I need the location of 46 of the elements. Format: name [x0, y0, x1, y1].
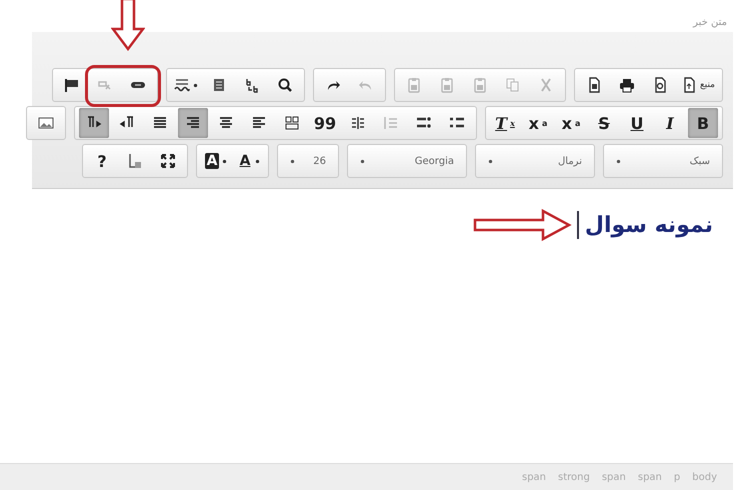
print-icon [618, 77, 635, 93]
justify-icon [152, 115, 168, 131]
spellcheck-icon [174, 77, 190, 93]
source-button[interactable]: منبع [678, 70, 718, 100]
style-dropdown[interactable]: سبک [608, 146, 718, 176]
align-right-icon [185, 115, 201, 131]
outdent-icon [383, 115, 399, 131]
search-icon [276, 77, 293, 93]
div-block-icon [284, 115, 300, 131]
clipboard-icon [472, 77, 488, 93]
right-to-left-button[interactable] [79, 108, 109, 138]
format-dropdown[interactable]: نرمال [480, 146, 590, 176]
indent-icon [350, 115, 366, 131]
background-color-button[interactable]: A [201, 146, 231, 176]
caret-icon [222, 158, 228, 164]
caret-icon [360, 158, 365, 164]
format-button[interactable]: x$^{a}$ [523, 108, 553, 138]
align-left-icon [251, 115, 267, 131]
align-right-button[interactable] [178, 108, 208, 138]
font-dropdown[interactable]: Georgia [352, 146, 462, 176]
align-center-icon [218, 115, 234, 131]
format-button[interactable]: 99 [310, 108, 340, 138]
format-button[interactable]: I [655, 108, 685, 138]
text-color-button[interactable]: A [234, 146, 264, 176]
size-dropdown[interactable]: 26 [282, 146, 334, 176]
format-button[interactable]: U [622, 108, 652, 138]
format-button[interactable]: B [688, 108, 718, 138]
flag-icon [64, 77, 80, 93]
content-text: نمونه سوال [584, 212, 713, 238]
format-button[interactable]: S [589, 108, 619, 138]
maximize-icon [160, 153, 176, 169]
caret-icon [192, 82, 198, 88]
caret-icon [290, 158, 295, 164]
field-label: متن خبر [693, 17, 727, 28]
image-icon [38, 115, 54, 131]
copy-icon [504, 77, 521, 93]
clipboard-icon [438, 77, 455, 93]
text-cursor [576, 211, 580, 239]
annotation-arrow [110, 0, 145, 51]
format-button[interactable]: ? [87, 146, 117, 176]
caret-icon [488, 158, 493, 164]
caret-icon [255, 158, 260, 164]
show-blocks-icon [127, 153, 143, 169]
caret-icon [616, 158, 621, 164]
replace-icon [244, 77, 260, 93]
clipboard-icon [406, 77, 422, 93]
